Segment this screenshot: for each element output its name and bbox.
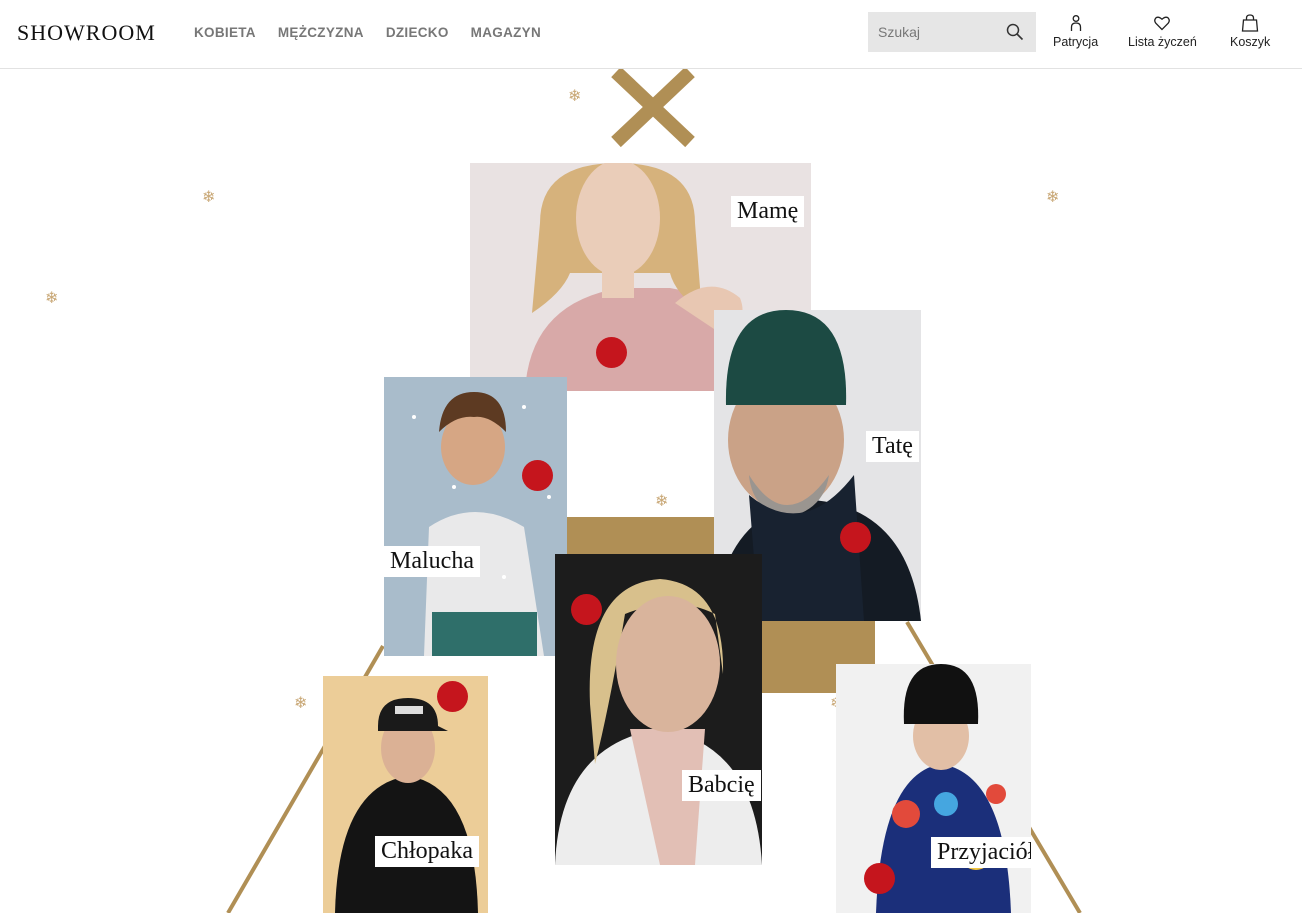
user-icon — [1070, 15, 1081, 31]
label-przyjaciolka[interactable]: Przyjaciółkę — [931, 837, 1031, 868]
photo-chlopak[interactable]: Chłopaka — [323, 676, 488, 913]
star-icon — [611, 69, 695, 148]
heart-icon — [1154, 16, 1171, 31]
ornament — [596, 337, 627, 368]
logo[interactable]: SHOWROOM — [17, 20, 156, 46]
nav-item-magazyn[interactable]: MAGAZYN — [471, 25, 541, 40]
label-maluch[interactable]: Malucha — [384, 546, 480, 577]
wishlist-label: Lista życzeń — [1128, 35, 1197, 49]
snowflake-icon: ❄ — [45, 290, 59, 307]
search-input[interactable] — [868, 12, 1018, 52]
snowflake-icon: ❄ — [294, 695, 308, 712]
nav-item-mezczyzna[interactable]: MĘŻCZYZNA — [278, 25, 364, 40]
photo-przyjaciolka[interactable]: Przyjaciółkę — [836, 664, 1031, 913]
label-chlopak[interactable]: Chłopaka — [375, 836, 479, 867]
account-label: Patrycja — [1053, 35, 1099, 49]
main-nav: KOBIETA MĘŻCZYZNA DZIECKO MAGAZYN — [194, 25, 541, 40]
ornament — [864, 863, 895, 894]
search-box — [868, 12, 1036, 52]
label-babcia[interactable]: Babcię — [682, 770, 761, 801]
label-mama[interactable]: Mamę — [731, 196, 805, 227]
account-link[interactable]: Patrycja — [1053, 14, 1098, 49]
photo-maluch[interactable]: Malucha — [384, 377, 567, 656]
cart-link[interactable]: Koszyk — [1230, 14, 1270, 49]
wishlist-link[interactable]: Lista życzeń — [1128, 14, 1197, 49]
ornament — [437, 681, 468, 712]
ornament — [522, 460, 553, 491]
cart-label: Koszyk — [1230, 35, 1271, 49]
photo-image — [402, 392, 551, 656]
photo-babcia[interactable]: Babcię — [555, 554, 762, 865]
snowflake-icon: ❄ — [568, 88, 582, 105]
gold-block — [567, 517, 714, 557]
site-header: SHOWROOM KOBIETA MĘŻCZYZNA DZIECKO MAGAZ… — [0, 0, 1302, 69]
gift-tree-scene: ❄ ❄ ❄ ❄ ❄ ❄ ❄ ❄ ❄ Mamę Tatę — [0, 37, 1302, 915]
photo-image — [335, 698, 478, 913]
label-tata[interactable]: Tatę — [866, 431, 919, 462]
snowflake-icon: ❄ — [202, 189, 216, 206]
snowflake-icon: ❄ — [1046, 189, 1060, 206]
nav-item-kobieta[interactable]: KOBIETA — [194, 25, 256, 40]
bag-icon — [1241, 14, 1259, 32]
search-icon[interactable] — [1006, 23, 1024, 41]
snowflake-icon: ❄ — [655, 493, 669, 510]
ornament — [840, 522, 871, 553]
nav-item-dziecko[interactable]: DZIECKO — [386, 25, 449, 40]
ornament — [571, 594, 602, 625]
